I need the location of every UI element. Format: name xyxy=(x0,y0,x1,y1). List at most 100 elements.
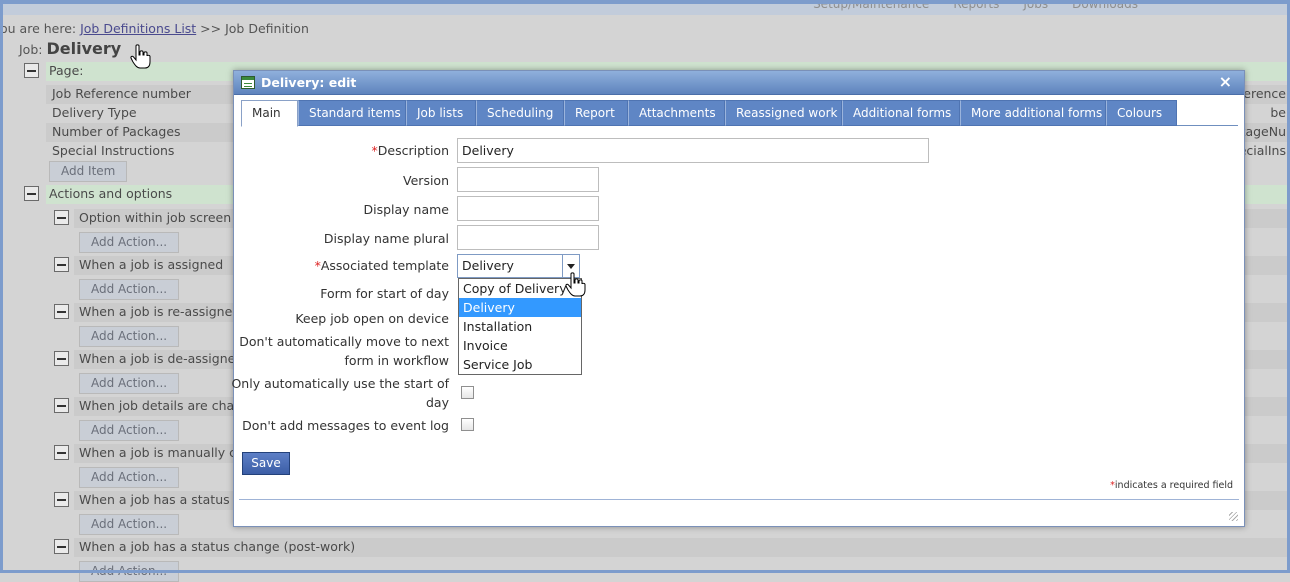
action-label: When a job is de-assigned xyxy=(79,351,244,366)
version-label: Version xyxy=(403,173,449,188)
collapse-action-toggle[interactable] xyxy=(54,539,69,554)
collapse-action-toggle[interactable] xyxy=(54,257,69,272)
add-action-button[interactable]: Add Action... xyxy=(79,326,180,347)
dropdown-option[interactable]: Installation xyxy=(459,317,581,336)
dont-auto-move-line2: form in workflow xyxy=(344,353,449,368)
tab-scheduling[interactable]: Scheduling xyxy=(476,100,564,126)
top-nav: Setup/Maintenance Reports Jobs Downloads xyxy=(0,0,1290,15)
job-name: Delivery xyxy=(46,39,122,58)
collapse-actions-toggle[interactable] xyxy=(24,186,39,201)
action-label: When a job has a status change (post-wor… xyxy=(79,539,356,554)
keep-job-open-label: Keep job open on device xyxy=(295,311,449,326)
collapse-action-toggle[interactable] xyxy=(54,304,69,319)
tab-additional-forms[interactable]: Additional forms xyxy=(842,100,960,126)
page-item-field: be xyxy=(1270,105,1286,120)
description-label: *Description xyxy=(372,141,449,160)
associated-template-label-text: Associated template xyxy=(320,258,449,273)
nav-link-jobs[interactable]: Jobs xyxy=(1023,0,1048,11)
action-label: When a job is manually clo xyxy=(79,445,248,460)
tab-report[interactable]: Report xyxy=(564,100,628,126)
required-note-text: indicates a required field xyxy=(1114,480,1233,491)
display-name-plural-label: Display name plural xyxy=(323,231,449,246)
breadcrumb-link-job-definitions[interactable]: Job Definitions List xyxy=(80,21,196,36)
collapse-action-toggle[interactable] xyxy=(54,210,69,225)
dropdown-option-selected[interactable]: Delivery xyxy=(459,298,581,317)
breadcrumb-current: >> Job Definition xyxy=(196,21,309,36)
dialog-footer-divider xyxy=(239,499,1239,500)
display-name-plural-input[interactable] xyxy=(457,225,599,250)
page-item-label: Number of Packages xyxy=(52,124,181,139)
section-page-title: Page: xyxy=(49,63,84,78)
collapse-action-toggle[interactable] xyxy=(54,492,69,507)
tab-bar: Main Standard items Job lists Scheduling… xyxy=(241,100,1238,127)
tab-main[interactable]: Main xyxy=(241,100,298,127)
dialog-titlebar[interactable]: Delivery: edit × xyxy=(234,71,1244,95)
action-label: When a job is assigned xyxy=(79,257,224,272)
hand-cursor-icon xyxy=(130,44,151,69)
add-action-button[interactable]: Add Action... xyxy=(79,514,180,535)
tab-attachments[interactable]: Attachments xyxy=(628,100,725,126)
page-item-label: Special Instructions xyxy=(52,143,175,158)
nav-link-setup[interactable]: Setup/Maintenance xyxy=(813,0,929,11)
page-item-label: Delivery Type xyxy=(52,105,137,120)
nav-link-reports[interactable]: Reports xyxy=(953,0,999,11)
version-input[interactable] xyxy=(457,167,599,192)
only-auto-start-label: Only automatically use the start of day xyxy=(231,374,449,412)
add-action-button[interactable]: Add Action... xyxy=(79,373,180,394)
tab-job-lists[interactable]: Job lists xyxy=(406,100,476,126)
add-action-button[interactable]: Add Action... xyxy=(79,279,180,300)
action-label: When a job has a status ch xyxy=(79,492,249,507)
add-action-button[interactable]: Add Action... xyxy=(79,561,180,582)
breadcrumb: ou are here: Job Definitions List >> Job… xyxy=(0,21,309,36)
dropdown-option[interactable]: Invoice xyxy=(459,336,581,355)
close-icon[interactable]: × xyxy=(1219,72,1232,91)
action-label: When a job is re-assigned xyxy=(79,304,241,319)
required-field-note: *indicates a required field xyxy=(1110,480,1233,491)
associated-template-value: Delivery xyxy=(462,258,514,273)
nav-link-downloads[interactable]: Downloads xyxy=(1072,0,1138,11)
page-item-label: Job Reference number xyxy=(52,86,191,101)
only-auto-start-checkbox[interactable] xyxy=(461,386,474,399)
associated-template-dropdown: Copy of Delivery Delivery Installation I… xyxy=(458,278,582,375)
add-action-button[interactable]: Add Action... xyxy=(79,420,180,441)
collapse-action-toggle[interactable] xyxy=(54,398,69,413)
hand-cursor-icon xyxy=(565,272,586,297)
dont-add-messages-checkbox[interactable] xyxy=(461,418,474,431)
edit-dialog: Delivery: edit × Main Standard items Job… xyxy=(231,70,1245,527)
action-row: When a job has a status change (post-wor… xyxy=(74,538,1290,557)
only-auto-start-line2: day xyxy=(426,395,449,410)
dropdown-option[interactable]: Service Job xyxy=(459,355,581,374)
associated-template-select[interactable]: Delivery xyxy=(457,254,580,278)
page-item-field: ecialIns xyxy=(1238,143,1286,158)
job-label: Job: xyxy=(19,42,47,57)
action-label: When job details are chang xyxy=(79,398,251,413)
tab-reassigned-work[interactable]: Reassigned work xyxy=(725,100,842,126)
description-input[interactable] xyxy=(457,138,929,163)
display-name-input[interactable] xyxy=(457,196,599,221)
dont-add-messages-label: Don't add messages to event log xyxy=(242,418,449,433)
dropdown-option[interactable]: Copy of Delivery xyxy=(459,279,581,298)
add-action-button[interactable]: Add Action... xyxy=(79,467,180,488)
page-title: Job: Delivery xyxy=(19,39,121,58)
collapse-action-toggle[interactable] xyxy=(54,351,69,366)
dialog-title: Delivery: edit xyxy=(261,75,357,90)
tab-more-additional-forms[interactable]: More additional forms xyxy=(960,100,1106,126)
add-item-button[interactable]: Add Item xyxy=(49,161,128,182)
form-start-of-day-label: Form for start of day xyxy=(320,286,449,301)
only-auto-start-line1: Only automatically use the start of xyxy=(231,376,449,391)
section-actions-title: Actions and options xyxy=(49,186,173,201)
tab-colours[interactable]: Colours xyxy=(1106,100,1177,126)
collapse-page-toggle[interactable] xyxy=(24,63,39,78)
add-action-button[interactable]: Add Action... xyxy=(79,232,180,253)
action-label: Option within job screen xyxy=(79,210,232,225)
dont-auto-move-line1: Don't automatically move to next xyxy=(239,334,449,349)
save-button[interactable]: Save xyxy=(242,452,290,475)
tab-standard-items[interactable]: Standard items xyxy=(298,100,406,126)
dont-auto-move-label: Don't automatically move to next form in … xyxy=(239,332,449,370)
display-name-label: Display name xyxy=(363,202,450,217)
breadcrumb-prefix: ou are here: xyxy=(0,21,81,36)
collapse-action-toggle[interactable] xyxy=(54,445,69,460)
description-label-text: Description xyxy=(377,143,449,158)
associated-template-label: *Associated template xyxy=(315,256,449,275)
resize-grip-icon[interactable] xyxy=(1229,512,1238,521)
